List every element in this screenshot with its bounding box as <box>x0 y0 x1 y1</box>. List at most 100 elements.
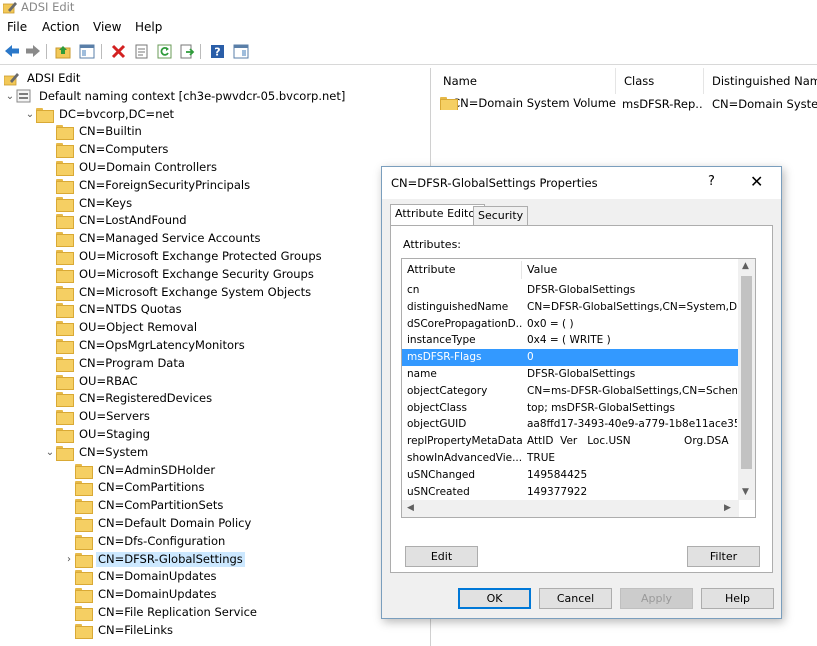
tree-item-domain[interactable]: ⌄ DC=bvcorp,DC=net <box>24 106 176 123</box>
cancel-button[interactable]: Cancel <box>539 588 612 609</box>
attribute-row[interactable]: replPropertyMetaData AttID Ver Loc.USN Or… <box>402 433 739 450</box>
tree-item[interactable]: CN=File Replication Service <box>63 604 259 621</box>
column-header-name[interactable]: Name <box>435 68 616 94</box>
show-hide-action-pane-icon[interactable] <box>232 42 250 60</box>
back-arrow-icon[interactable] <box>3 42 21 60</box>
tab-security[interactable]: Security <box>473 206 529 225</box>
tree-item[interactable]: OU=Microsoft Exchange Protected Groups <box>44 248 324 265</box>
attribute-row[interactable]: msDFSR-Flags 0 <box>402 349 739 367</box>
attribute-row[interactable]: distinguishedName CN=DFSR-GlobalSettings,… <box>402 299 739 316</box>
folder-icon <box>56 303 74 319</box>
tab-attribute-editor[interactable]: Attribute Editor <box>390 204 485 225</box>
tree-item[interactable]: CN=Default Domain Policy <box>63 515 253 532</box>
edit-button[interactable]: Edit <box>405 546 478 567</box>
show-hide-tree-icon[interactable] <box>78 42 96 60</box>
tree-item[interactable]: CN=LostAndFound <box>44 212 189 230</box>
attribute-row[interactable]: cn DFSR-GlobalSettings <box>402 282 739 299</box>
attribute-row[interactable]: objectCategory CN=ms-DFSR-GlobalSettings,… <box>402 383 739 400</box>
adsi-edit-app-icon <box>3 2 17 14</box>
tree-item[interactable]: OU=Staging <box>44 426 152 443</box>
tree-item[interactable]: OU=Microsoft Exchange Security Groups <box>44 266 316 283</box>
attribute-row[interactable]: instanceType 0x4 = ( WRITE ) <box>402 332 739 349</box>
scroll-down-icon[interactable]: ▼ <box>742 487 749 497</box>
help-icon[interactable]: ? <box>208 42 226 60</box>
tree-item[interactable]: CN=AdminSDHolder <box>63 462 217 479</box>
column-header-distinguished-name[interactable]: Distinguished Name <box>704 68 817 94</box>
tree-item[interactable]: CN=ComPartitions <box>63 479 206 497</box>
tree-item[interactable]: OU=Domain Controllers <box>44 159 219 176</box>
tree-item[interactable]: CN=Program Data <box>44 355 187 372</box>
tree-item[interactable]: CN=FileLinks <box>63 622 175 639</box>
tree-item-dfsr-globalsettings[interactable]: › CN=DFSR-GlobalSettings <box>63 551 245 568</box>
tree-item[interactable]: CN=NTDS Quotas <box>44 301 184 319</box>
tree-item[interactable]: CN=Keys <box>44 195 134 212</box>
tree-item-label: OU=Staging <box>79 427 151 441</box>
scroll-left-icon[interactable]: ◀ <box>407 503 414 513</box>
tree-item[interactable]: CN=ForeignSecurityPrincipals <box>44 177 252 194</box>
attribute-value: CN=ms-DFSR-GlobalSettings,CN=Schema,C <box>527 384 737 397</box>
tree-item[interactable]: CN=Dfs-Configuration <box>63 533 227 550</box>
column-header-value[interactable]: Value <box>527 263 557 276</box>
attribute-value: 0 <box>527 351 534 364</box>
attribute-row[interactable]: uSNCreated 149377922 <box>402 484 739 501</box>
up-folder-icon[interactable] <box>54 42 72 60</box>
delete-icon[interactable] <box>109 42 127 60</box>
tree-item-system[interactable]: ⌄ CN=System <box>44 444 150 461</box>
vertical-scrollbar[interactable]: ▲ ▼ <box>738 259 755 500</box>
column-header-attribute[interactable]: Attribute <box>407 263 456 276</box>
filter-button[interactable]: Filter <box>687 546 760 567</box>
attribute-row[interactable]: showInAdvancedVie... TRUE <box>402 450 739 467</box>
menu-view[interactable]: View <box>93 20 121 34</box>
scrollbar-thumb[interactable] <box>741 276 752 469</box>
list-item[interactable]: CN=Domain System Volume <box>440 96 616 110</box>
help-button[interactable]: Help <box>701 588 774 609</box>
scroll-up-icon[interactable]: ▲ <box>742 261 749 271</box>
apply-button[interactable]: Apply <box>620 588 693 609</box>
menu-action[interactable]: Action <box>42 20 80 34</box>
column-header-class[interactable]: Class <box>616 68 704 94</box>
expand-chevron-icon[interactable]: ⌄ <box>44 446 56 458</box>
tree-item[interactable]: CN=Microsoft Exchange System Objects <box>44 284 313 301</box>
refresh-icon[interactable] <box>155 42 173 60</box>
tree-item[interactable]: CN=DomainUpdates <box>63 586 219 604</box>
scroll-right-icon[interactable]: ▶ <box>724 503 731 513</box>
folder-icon <box>75 570 93 586</box>
ok-button[interactable]: OK <box>458 588 531 609</box>
tree-item[interactable]: CN=OpsMgrLatencyMonitors <box>44 337 247 354</box>
attribute-value: DFSR-GlobalSettings <box>527 284 636 296</box>
close-icon[interactable]: ✕ <box>750 172 763 191</box>
tree-item[interactable]: CN=Builtin <box>44 123 144 141</box>
expand-chevron-icon[interactable]: › <box>63 553 75 565</box>
menu-file[interactable]: File <box>7 20 27 34</box>
properties-icon[interactable] <box>132 42 150 60</box>
tree-item[interactable]: CN=Computers <box>44 141 170 159</box>
tree-item-naming-context[interactable]: ⌄ Default naming context [ch3e-pwvdcr-05.… <box>4 88 347 105</box>
attribute-row[interactable]: name DFSR-GlobalSettings <box>402 366 739 383</box>
attribute-row[interactable]: objectGUID aa8ffd17-3493-40e9-a779-1b8e11… <box>402 416 739 433</box>
attribute-list[interactable]: Attribute Value cn DFSR-GlobalSettings dis… <box>401 258 756 518</box>
tree-item[interactable]: CN=RegisteredDevices <box>44 390 214 408</box>
tree-pane[interactable]: ADSI Edit ⌄ Default naming context [ch3e-p… <box>0 68 431 646</box>
list-item-dn: CN=Domain System <box>712 97 817 111</box>
tree-root-adsi-edit[interactable]: ADSI Edit <box>3 70 82 87</box>
export-list-icon[interactable] <box>178 42 196 60</box>
attribute-row[interactable]: objectClass top; msDFSR-GlobalSettings <box>402 400 739 417</box>
menu-help[interactable]: Help <box>135 20 162 34</box>
expand-chevron-icon[interactable]: ⌄ <box>24 108 36 120</box>
tree-item[interactable]: CN=DomainUpdates <box>63 568 219 586</box>
horizontal-scrollbar[interactable]: ◀ ▶ <box>402 500 739 517</box>
tree-item[interactable]: OU=Servers <box>44 408 152 426</box>
attribute-row[interactable]: dSCorePropagationD... 0x0 = ( ) <box>402 316 739 333</box>
tree-item[interactable]: OU=RBAC <box>44 373 140 390</box>
dialog-help-button[interactable]: ? <box>708 174 715 189</box>
tree-item[interactable]: CN=ComPartitionSets <box>63 497 225 515</box>
tree-item[interactable]: CN=Managed Service Accounts <box>44 230 262 248</box>
tree-item[interactable]: OU=Object Removal <box>44 319 199 337</box>
attribute-row[interactable]: uSNChanged 149584425 <box>402 467 739 484</box>
forward-arrow-icon[interactable] <box>24 42 42 60</box>
expand-chevron-icon[interactable]: ⌄ <box>4 90 16 102</box>
